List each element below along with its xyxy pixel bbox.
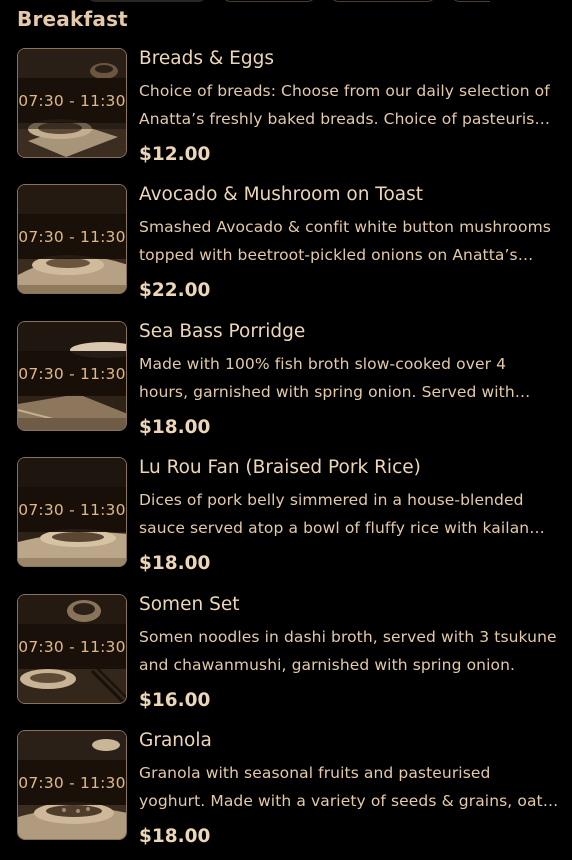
item-price: $12.00 <box>139 144 211 165</box>
item-name: Breads & Eggs <box>139 48 274 69</box>
hours-label: 07:30 - 11:30 <box>18 78 126 123</box>
hours-label: 07:30 - 11:30 <box>18 760 126 805</box>
item-description: Smashed Avocado & confit white button mu… <box>139 218 551 264</box>
menu-item[interactable]: 07:30 - 11:30 Avocado & Mushroom on Toas… <box>0 184 572 314</box>
item-name: Somen Set <box>139 594 240 615</box>
item-price: $22.00 <box>139 280 211 301</box>
hours-label: 07:30 - 11:30 <box>18 487 126 532</box>
food-photo-icon[interactable]: 07:30 - 11:30 <box>17 594 127 704</box>
food-photo-icon[interactable]: 07:30 - 11:30 <box>17 321 127 431</box>
menu-item[interactable]: 07:30 - 11:30 Somen Set Somen noodles in… <box>0 594 572 724</box>
menu-item[interactable]: 07:30 - 11:30 Granola Granola with seaso… <box>0 730 572 860</box>
item-price: $18.00 <box>139 417 211 438</box>
item-name: Avocado & Mushroom on Toast <box>139 184 424 205</box>
item-name: Sea Bass Porridge <box>139 321 306 342</box>
item-description: Choice of breads: Choose from our daily … <box>139 82 555 128</box>
food-photo-icon[interactable]: 07:30 - 11:30 <box>17 184 127 294</box>
item-name: Lu Rou Fan (Braised Pork Rice) <box>139 457 421 478</box>
menu-item[interactable]: 07:30 - 11:30 Breads & Eggs Choice of br… <box>0 48 572 178</box>
item-price: $18.00 <box>139 553 211 574</box>
menu-list: 07:30 - 11:30 Breads & Eggs Choice of br… <box>0 0 572 858</box>
hours-label: 07:30 - 11:30 <box>18 624 126 669</box>
item-name: Granola <box>139 730 212 751</box>
item-price: $16.00 <box>139 690 211 711</box>
item-description: Granola with seasonal fruits and pasteur… <box>139 764 551 810</box>
food-photo-icon[interactable]: 07:30 - 11:30 <box>17 48 127 158</box>
food-photo-icon[interactable]: 07:30 - 11:30 <box>17 730 127 840</box>
item-price: $18.00 <box>139 826 211 847</box>
item-description: Somen noodles in dashi broth, served wit… <box>139 628 557 674</box>
menu-item[interactable]: 07:30 - 11:30 Lu Rou Fan (Braised Pork R… <box>0 457 572 587</box>
hours-label: 07:30 - 11:30 <box>18 214 126 259</box>
menu-item[interactable]: 07:30 - 11:30 Sea Bass Porridge Made wit… <box>0 321 572 451</box>
hours-label: 07:30 - 11:30 <box>18 351 126 396</box>
food-photo-icon[interactable]: 07:30 - 11:30 <box>17 457 127 567</box>
item-description: Dices of pork belly simmered in a house-… <box>139 491 530 537</box>
item-description: Made with 100% fish broth slow-cooked ov… <box>139 355 515 401</box>
